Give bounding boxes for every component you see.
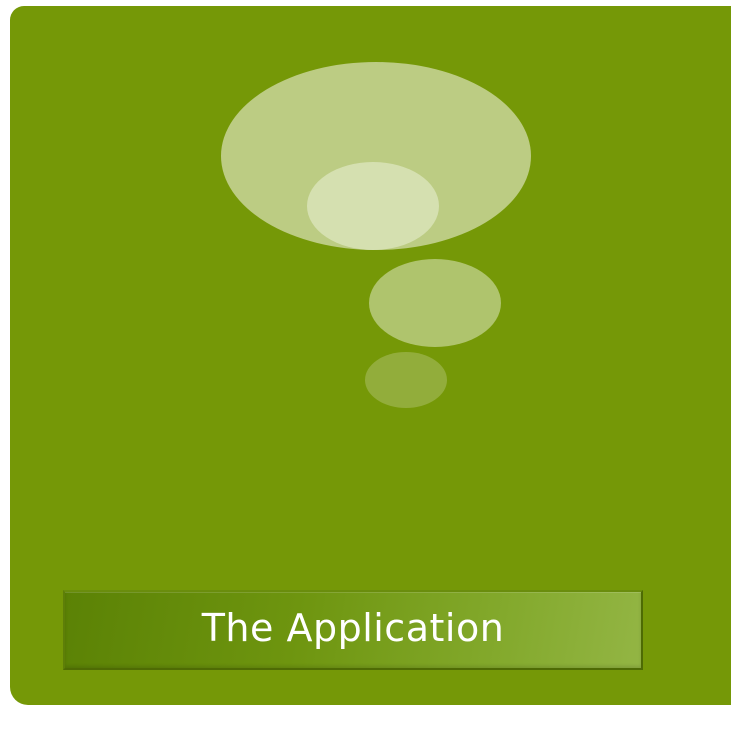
medium-thought-bubble (369, 259, 501, 347)
title-banner: The Application (63, 590, 643, 670)
cloud-highlight (307, 162, 439, 250)
slide-panel: The Application (10, 6, 731, 705)
slide-title: The Application (201, 606, 505, 650)
small-thought-bubble (365, 352, 447, 408)
